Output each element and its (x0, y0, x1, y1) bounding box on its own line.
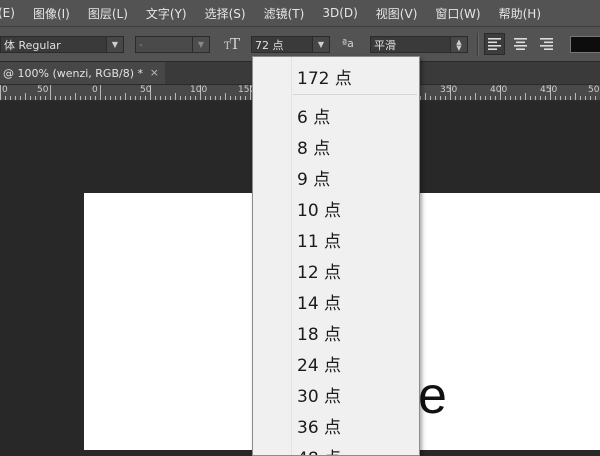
font-size-select[interactable]: 72 点 ▼ (251, 36, 330, 53)
font-size-option[interactable]: 10 点 (297, 196, 341, 221)
font-size-option[interactable]: 8 点 (297, 134, 330, 159)
align-left-icon (488, 38, 501, 50)
menu-image[interactable]: 图像(I) (24, 5, 79, 22)
dropdown-divider (293, 94, 417, 95)
align-center-icon (514, 38, 527, 50)
align-right-button[interactable] (536, 33, 557, 55)
svg-text:T: T (230, 35, 240, 51)
font-size-option[interactable]: 30 点 (297, 382, 341, 407)
font-size-dropdown: 172 点 6 点 8 点 9 点 10 点 11 点 12 点 14 点 18… (252, 56, 420, 456)
ruler-label: 50 (140, 85, 152, 95)
font-size-option[interactable]: 48 点 (297, 444, 341, 455)
ruler-label: 100 (190, 85, 208, 95)
ruler-label: 0 (92, 85, 98, 95)
font-size-option[interactable]: 9 点 (297, 165, 330, 190)
chevron-down-icon: ▼ (192, 37, 209, 52)
dropdown-gutter (253, 57, 292, 455)
font-size-value: 72 点 (255, 38, 284, 52)
font-size-icon: TT (224, 35, 242, 55)
font-size-option[interactable]: 11 点 (297, 227, 341, 252)
antialias-select[interactable]: 平滑 ▲ ▼ (370, 36, 468, 53)
font-family-select[interactable]: 体 Regular ▼ (0, 36, 124, 53)
options-separator (477, 33, 479, 56)
ruler-label: 50 (37, 85, 49, 95)
ruler-label: 0 (2, 85, 8, 95)
menu-help[interactable]: 帮助(H) (490, 5, 550, 22)
font-style-select[interactable]: - ▼ (135, 36, 210, 53)
menu-type[interactable]: 文字(Y) (137, 5, 196, 22)
menu-layer[interactable]: 图层(L) (79, 5, 137, 22)
ruler-label: 400 (490, 85, 508, 95)
menu-filter[interactable]: 滤镜(T) (255, 5, 314, 22)
close-icon[interactable]: × (150, 66, 159, 79)
ruler-label: 500 (588, 85, 600, 95)
updown-arrows-icon: ▲ ▼ (450, 37, 467, 52)
chevron-down-icon: ▼ (106, 37, 123, 52)
canvas-text-layer[interactable]: e (418, 370, 447, 422)
font-size-option[interactable]: 18 点 (297, 320, 341, 345)
font-style-value: - (139, 38, 143, 51)
font-size-option-recent[interactable]: 172 点 (297, 64, 352, 89)
menu-edit[interactable]: (E) (0, 6, 24, 20)
font-size-option[interactable]: 6 点 (297, 103, 330, 128)
menu-bar: (E) 图像(I) 图层(L) 文字(Y) 选择(S) 滤镜(T) 3D(D) … (0, 0, 600, 27)
ruler-label: 350 (440, 85, 458, 95)
document-tab[interactable]: @ 100% (wenzi, RGB/8) * × (0, 62, 165, 84)
menu-select[interactable]: 选择(S) (196, 5, 255, 22)
font-size-option[interactable]: 36 点 (297, 413, 341, 438)
chevron-down-icon: ▼ (312, 37, 329, 52)
font-size-option[interactable]: 14 点 (297, 289, 341, 314)
menu-3d[interactable]: 3D(D) (313, 6, 366, 20)
align-right-icon (540, 38, 553, 50)
ruler-label: 450 (540, 85, 558, 95)
align-left-button[interactable] (484, 33, 505, 55)
document-tab-title: @ 100% (wenzi, RGB/8) * (3, 66, 143, 80)
antialias-value: 平滑 (374, 38, 396, 52)
font-size-option[interactable]: 24 点 (297, 351, 341, 376)
menu-view[interactable]: 视图(V) (367, 5, 427, 22)
text-color-swatch[interactable] (570, 36, 600, 53)
menu-window[interactable]: 窗口(W) (426, 5, 489, 22)
font-size-option[interactable]: 12 点 (297, 258, 341, 283)
font-family-value: 体 Regular (4, 38, 61, 52)
align-center-button[interactable] (510, 33, 531, 55)
antialias-icon: ªa (342, 37, 354, 50)
